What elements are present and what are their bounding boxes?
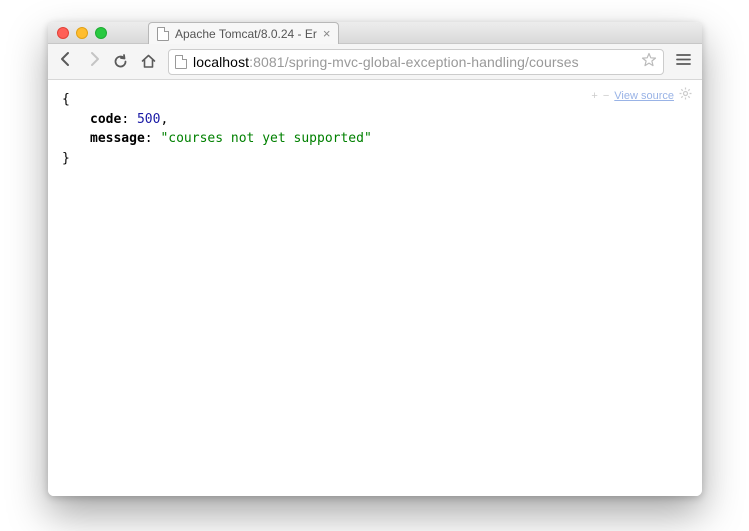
toolbar: localhost:8081/spring-mvc-global-excepti… bbox=[48, 44, 702, 80]
view-source-link[interactable]: View source bbox=[614, 88, 674, 105]
minimize-window-button[interactable] bbox=[76, 27, 88, 39]
menu-button[interactable] bbox=[672, 51, 694, 73]
expand-all-icon[interactable]: + bbox=[591, 88, 597, 105]
site-icon bbox=[175, 55, 187, 69]
reload-button[interactable] bbox=[112, 53, 132, 70]
close-window-button[interactable] bbox=[57, 27, 69, 39]
collapse-all-icon[interactable]: − bbox=[603, 88, 609, 105]
url-path: /spring-mvc-global-exception-handling/co… bbox=[285, 54, 579, 70]
tab-title: Apache Tomcat/8.0.24 - Er bbox=[175, 27, 317, 41]
browser-tab[interactable]: Apache Tomcat/8.0.24 - Er × bbox=[148, 22, 339, 44]
browser-window: Apache Tomcat/8.0.24 - Er × localhost:80… bbox=[48, 22, 702, 496]
json-line-close: } bbox=[62, 149, 688, 169]
page-content: + − View source { code: 500, message: "c… bbox=[48, 80, 702, 496]
json-viewer-controls: + − View source bbox=[591, 86, 692, 106]
bookmark-star-icon[interactable] bbox=[641, 52, 657, 71]
titlebar: Apache Tomcat/8.0.24 - Er × bbox=[48, 22, 702, 44]
home-button[interactable] bbox=[140, 53, 160, 70]
window-controls bbox=[57, 27, 107, 39]
page-icon bbox=[157, 27, 169, 41]
url-port: :8081 bbox=[249, 54, 285, 70]
json-line-code: code: 500, bbox=[62, 110, 688, 130]
address-bar[interactable]: localhost:8081/spring-mvc-global-excepti… bbox=[168, 49, 664, 75]
gear-icon[interactable] bbox=[679, 86, 692, 106]
maximize-window-button[interactable] bbox=[95, 27, 107, 39]
json-line-message: message: "courses not yet supported" bbox=[62, 129, 688, 149]
close-tab-icon[interactable]: × bbox=[323, 27, 331, 40]
back-button[interactable] bbox=[56, 51, 76, 72]
url-text: localhost:8081/spring-mvc-global-excepti… bbox=[193, 54, 579, 70]
forward-button[interactable] bbox=[84, 51, 104, 72]
url-host: localhost bbox=[193, 54, 249, 70]
